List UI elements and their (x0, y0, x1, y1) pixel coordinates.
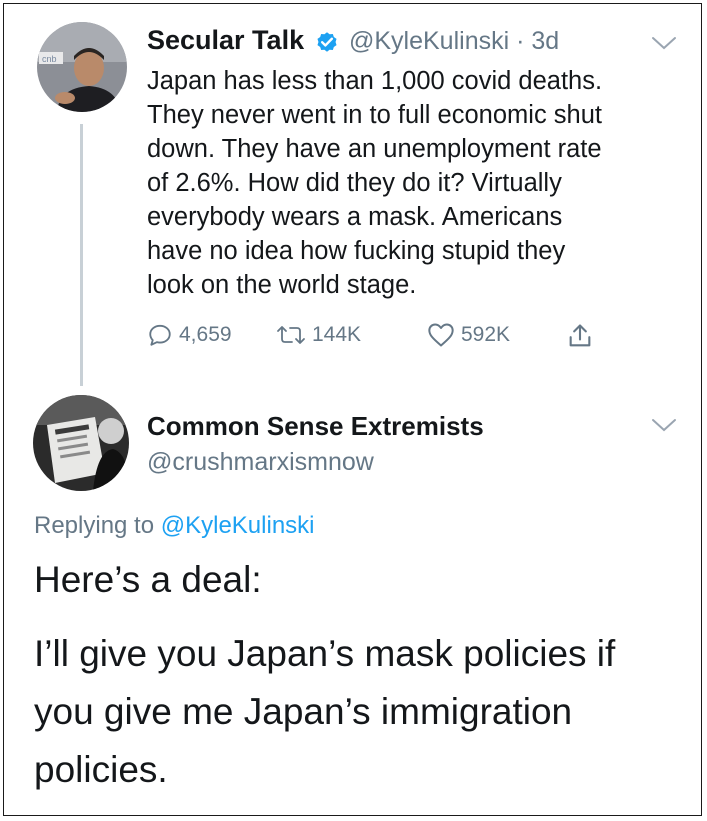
separator-dot: · (509, 27, 532, 55)
secular-talk-avatar[interactable]: cnb (37, 22, 127, 112)
handle-and-time[interactable]: @KyleKulinski · 3d (349, 27, 559, 56)
retweet-icon (277, 326, 305, 344)
reply-chevron-down-icon[interactable] (651, 418, 677, 432)
avatar-sign-text: cnb (42, 54, 57, 64)
share-action[interactable] (566, 322, 600, 350)
like-count: 592K (461, 323, 511, 346)
reply-line-3: you give me Japan’s immigration (34, 691, 573, 732)
retweet-action[interactable]: 144K (276, 322, 361, 348)
verified-badge-icon (317, 32, 337, 52)
replying-handle-link[interactable]: @KyleKulinski (161, 512, 315, 539)
thread-line (80, 124, 83, 386)
tweet-body: Japan has less than 1,000 covid deaths. … (147, 67, 603, 299)
timestamp[interactable]: 3d (531, 27, 559, 55)
display-name[interactable]: Secular Talk (147, 25, 304, 56)
share-icon (569, 324, 591, 347)
reply-icon (149, 324, 171, 346)
reply-line-1: Here’s a deal: (34, 559, 262, 600)
reply-count: 4,659 (179, 323, 232, 346)
handle[interactable]: @KyleKulinski (349, 27, 509, 55)
like-action[interactable]: 592K (427, 322, 510, 348)
reply-handle[interactable]: @crushmarxismnow (147, 448, 374, 477)
reply-line-4: policies. (34, 749, 168, 790)
heart-icon (428, 323, 454, 347)
reply-display-name[interactable]: Common Sense Extremists (147, 411, 484, 442)
replying-to: Replying to @KyleKulinski (34, 512, 315, 540)
chevron-down-icon[interactable] (651, 36, 677, 50)
reply-action[interactable]: 4,659 (147, 322, 232, 348)
common-sense-extremists-avatar[interactable] (33, 395, 129, 491)
replying-prefix: Replying to (34, 512, 155, 539)
retweet-count: 144K (312, 323, 362, 346)
reply-line-2: I’ll give you Japan’s mask policies if (34, 633, 616, 674)
